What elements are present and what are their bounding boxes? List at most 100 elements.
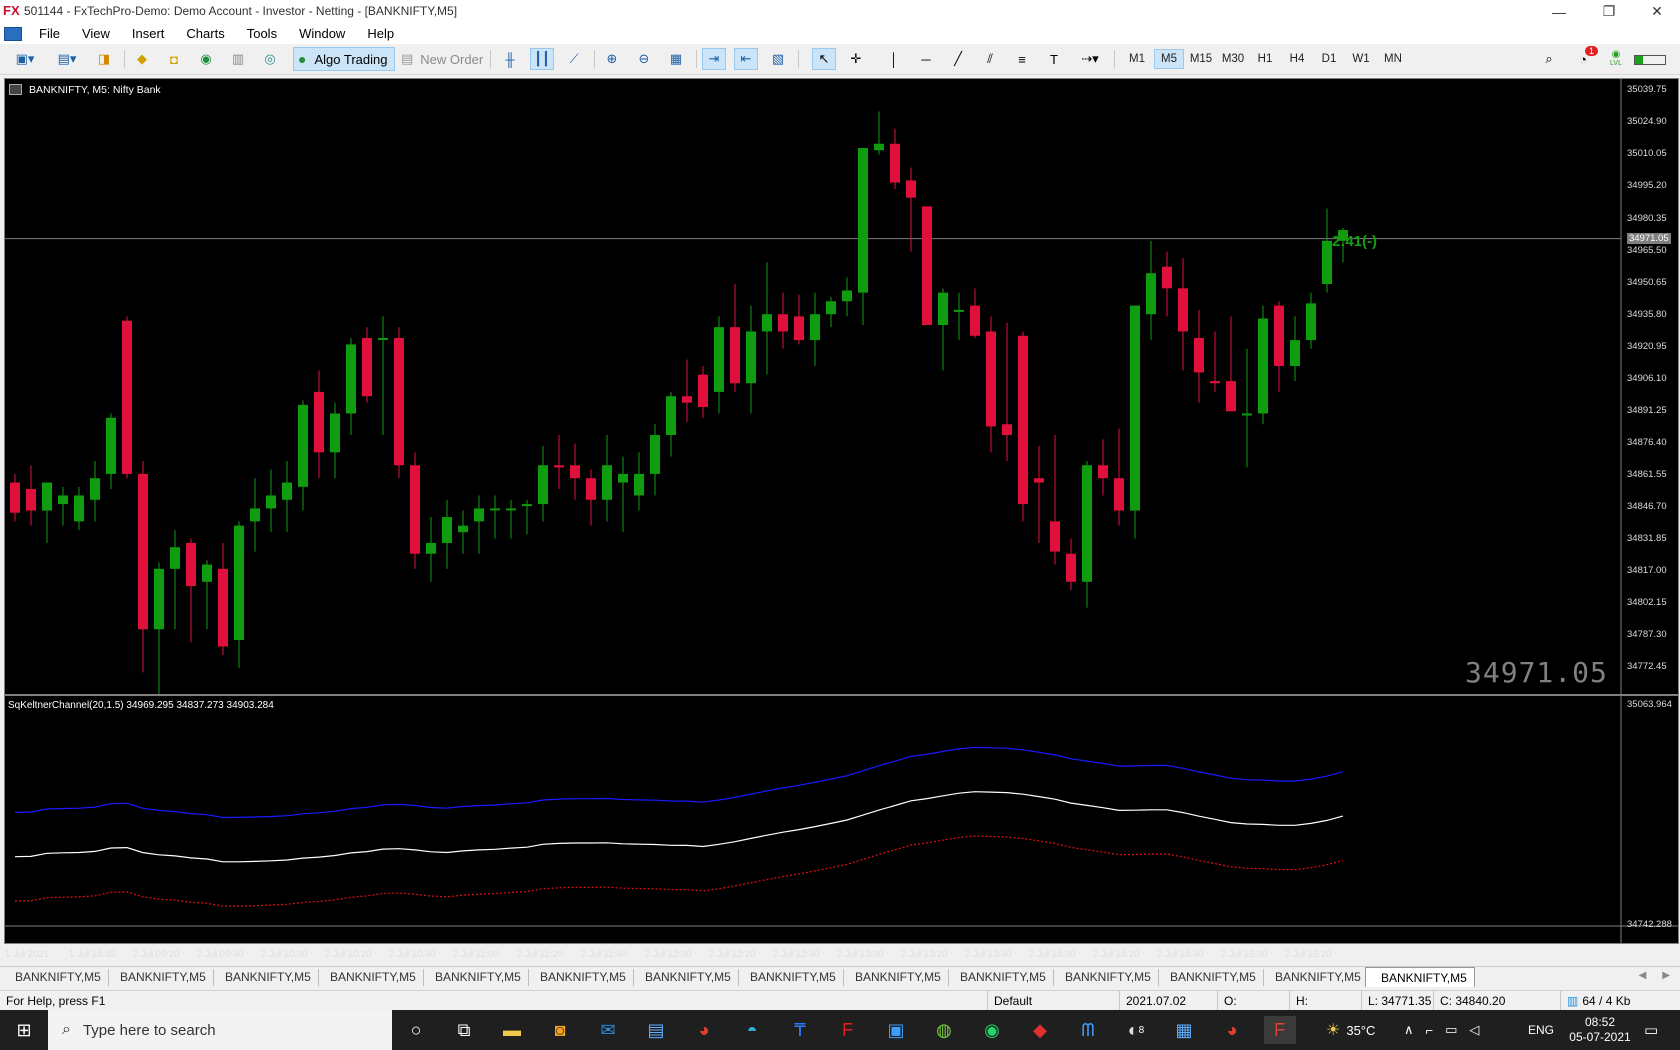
algo-trading-button[interactable]: ● Algo Trading — [293, 47, 395, 71]
timeframe-h4[interactable]: H4 — [1282, 49, 1312, 69]
chart-tab[interactable]: BANKNIFTY,M5 — [1155, 969, 1264, 986]
autoscroll-icon[interactable]: ⇥ — [702, 48, 726, 70]
volume-icon[interactable]: ◁ — [1469, 1022, 1479, 1038]
candlestick-chart-icon[interactable]: ┃┃ — [530, 48, 554, 70]
chart-window[interactable]: BANKNIFTY, M5: Nifty Bank 2:41(-) 34971.… — [4, 78, 1679, 960]
taskbar-search[interactable]: ⌕ Type here to search — [48, 1010, 392, 1050]
chart-tab-active[interactable]: BANKNIFTY,M5 — [1365, 967, 1475, 987]
minimize-button[interactable]: — — [1536, 0, 1582, 23]
chart-tab[interactable]: BANKNIFTY,M5 — [315, 969, 424, 986]
usb-icon[interactable]: ⌐ — [1426, 1023, 1434, 1038]
bar-chart-icon[interactable]: ╫ — [498, 48, 522, 70]
trendline-icon[interactable]: ╱ — [946, 48, 970, 70]
chrome-icon[interactable]: ◕ — [688, 1016, 720, 1044]
timeframe-w1[interactable]: W1 — [1346, 49, 1376, 69]
chart-tab[interactable]: BANKNIFTY,M5 — [630, 969, 739, 986]
line-chart-icon[interactable]: ⟋ — [562, 48, 586, 70]
timeframe-m5[interactable]: M5 — [1154, 49, 1184, 69]
zoom-out-icon[interactable]: ⊖ — [632, 48, 656, 70]
chart-tab[interactable]: BANKNIFTY,M5 — [420, 969, 529, 986]
windows-start-icon[interactable]: ⊞ — [8, 1016, 40, 1044]
chart-tab[interactable]: BANKNIFTY,M5 — [210, 969, 319, 986]
menu-window[interactable]: Window — [288, 23, 356, 44]
chart-tab[interactable]: BANKNIFTY,M5 — [840, 969, 949, 986]
crosshair-icon[interactable]: ✛ — [844, 48, 868, 70]
maximize-button[interactable]: ❐ — [1586, 0, 1632, 23]
new-chart-icon[interactable]: ▣▾ — [10, 48, 40, 70]
chart-window-icon[interactable] — [4, 26, 22, 41]
arrows-shapes-icon[interactable]: ⇢▾ — [1074, 48, 1106, 70]
toolbox-icon[interactable]: ◉ — [194, 48, 218, 70]
android-icon[interactable]: ◍ — [928, 1016, 960, 1044]
cursor-icon[interactable]: ↖ — [812, 48, 836, 70]
chart-tab[interactable]: BANKNIFTY,M5 — [525, 969, 634, 986]
connection-status[interactable]: ▥ 64 / 4 Kb — [1560, 991, 1680, 1011]
fibonacci-icon[interactable]: ≡ — [1010, 48, 1034, 70]
timeframe-d1[interactable]: D1 — [1314, 49, 1344, 69]
tile-windows-icon[interactable]: ▦ — [664, 48, 688, 70]
timeframe-m15[interactable]: M15 — [1186, 49, 1216, 69]
language-indicator[interactable]: ENG — [1528, 1010, 1554, 1050]
equidistant-channel-icon[interactable]: ⫽ — [978, 48, 1002, 70]
fxtechpro-icon[interactable]: ᖴ — [832, 1016, 864, 1044]
horizontal-line-icon[interactable]: ─ — [914, 48, 938, 70]
tab-scroll-right-icon[interactable]: ▶ — [1662, 970, 1670, 981]
chart-tab[interactable]: BANKNIFTY,M5 — [1260, 969, 1369, 986]
tab-scroll-left-icon[interactable]: ◀ — [1639, 970, 1647, 981]
time-tick-label: 2 Jul 13:40 — [965, 949, 1012, 960]
notifications-icon[interactable]: ◔ 1 — [1568, 46, 1598, 70]
text-label-icon[interactable]: T — [1042, 48, 1066, 70]
timeframe-m30[interactable]: M30 — [1218, 49, 1248, 69]
data-window-icon[interactable]: ◆ — [130, 48, 154, 70]
network-icon[interactable]: ▭ — [1445, 1022, 1457, 1038]
timeframe-mn[interactable]: MN — [1378, 49, 1408, 69]
mail-icon[interactable]: ✉ — [592, 1016, 624, 1044]
chrome-profile-icon[interactable]: ◕ — [1216, 1016, 1248, 1044]
chart-tab[interactable]: BANKNIFTY,M5 — [0, 969, 109, 986]
market-watch-icon[interactable]: ◨ — [92, 48, 116, 70]
tv-app-icon[interactable]: ▦ — [1168, 1016, 1200, 1044]
new-order-button[interactable]: ▤ New Order — [401, 48, 487, 70]
chart-canvas[interactable] — [5, 79, 1678, 943]
timeframe-h1[interactable]: H1 — [1250, 49, 1280, 69]
timeframe-m1[interactable]: M1 — [1122, 49, 1152, 69]
terminal-icon[interactable]: ◐ 8 — [1120, 1016, 1152, 1044]
action-center-icon[interactable]: ▭ — [1644, 1010, 1658, 1050]
weather-tray[interactable]: ☀ 35°C — [1326, 1010, 1375, 1050]
store-icon[interactable]: ◙ — [544, 1016, 576, 1044]
photos-icon[interactable]: ▣ — [880, 1016, 912, 1044]
indicators-icon[interactable]: ▧ — [766, 48, 790, 70]
close-button[interactable]: ✕ — [1634, 0, 1680, 23]
trading-app-icon[interactable]: ₸ — [784, 1016, 816, 1044]
active-app-icon[interactable]: ᖴ — [1264, 1016, 1296, 1044]
chart-tab[interactable]: BANKNIFTY,M5 — [735, 969, 844, 986]
menu-view[interactable]: View — [71, 23, 121, 44]
edge-icon[interactable]: ◓ — [736, 1016, 768, 1044]
menu-insert[interactable]: Insert — [121, 23, 176, 44]
whatsapp-icon[interactable]: ◉ — [976, 1016, 1008, 1044]
chart-tab[interactable]: BANKNIFTY,M5 — [945, 969, 1054, 986]
strategy-tester-icon[interactable]: ▥ — [226, 48, 250, 70]
chevron-up-icon[interactable]: ∧ — [1404, 1022, 1414, 1038]
menu-help[interactable]: Help — [356, 23, 405, 44]
vertical-line-icon[interactable]: │ — [882, 48, 906, 70]
chart-tab[interactable]: BANKNIFTY,M5 — [1050, 969, 1159, 986]
chart-tab[interactable]: BANKNIFTY,M5 — [105, 969, 214, 986]
search-icon[interactable]: ⌕ — [1538, 48, 1560, 70]
cortana-icon[interactable]: ○ — [400, 1016, 432, 1044]
chart-shift-icon[interactable]: ⇤ — [734, 48, 758, 70]
zoom-in-icon[interactable]: ⊕ — [600, 48, 624, 70]
menu-tools[interactable]: Tools — [236, 23, 288, 44]
task-view-icon[interactable]: ⧉ — [448, 1016, 480, 1044]
file-explorer-icon[interactable]: ▬ — [496, 1016, 528, 1044]
navigator-icon[interactable]: ◘ — [162, 48, 186, 70]
meta-icon[interactable]: ᗰ — [1072, 1016, 1104, 1044]
signals-icon[interactable]: ◎ — [258, 48, 282, 70]
profiles-icon[interactable]: ▤▾ — [52, 48, 82, 70]
menu-charts[interactable]: Charts — [175, 23, 235, 44]
document-icon[interactable]: ▤ — [640, 1016, 672, 1044]
anydesk-icon[interactable]: ◆ — [1024, 1016, 1056, 1044]
clock[interactable]: 08:52 05-07-2021 — [1560, 1010, 1640, 1050]
menu-file[interactable]: File — [28, 23, 71, 44]
profile-name[interactable]: Default — [987, 991, 1119, 1011]
